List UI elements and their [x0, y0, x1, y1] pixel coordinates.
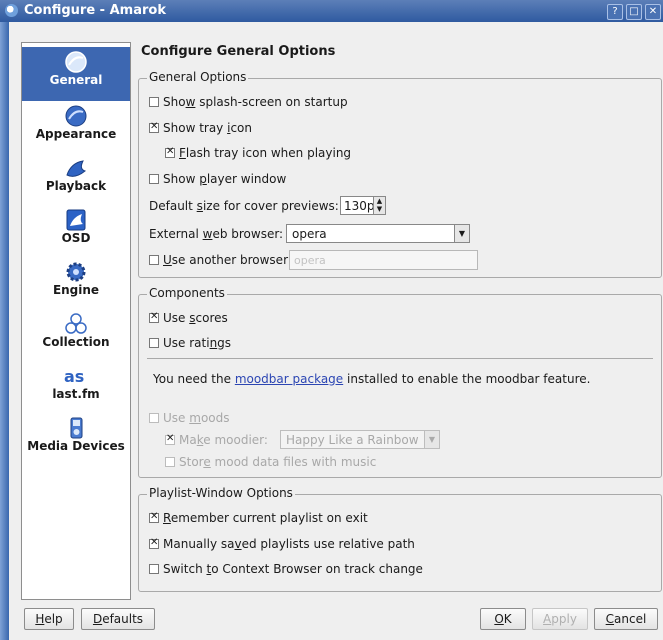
chevron-down-icon[interactable]: ▼: [424, 431, 439, 448]
help-window-button[interactable]: ?: [607, 4, 623, 20]
spinbox-arrows-icon[interactable]: ▲ ▼: [373, 197, 385, 214]
checkbox-box[interactable]: [149, 511, 159, 523]
checkbox-box[interactable]: [149, 338, 159, 348]
another-browser-input[interactable]: opera: [289, 250, 478, 270]
group-legend: Components: [147, 286, 227, 300]
input-placeholder: opera: [294, 254, 326, 267]
cancel-button[interactable]: Cancel: [594, 608, 658, 630]
general-icon: [65, 51, 87, 73]
engine-icon: [66, 262, 86, 282]
checkbox-box[interactable]: [149, 255, 159, 265]
sidebar-item-lastfm[interactable]: as last.fm: [22, 361, 130, 413]
checkbox-box[interactable]: [149, 537, 159, 549]
moodbar-notice: You need the moodbar package installed t…: [153, 372, 591, 386]
checkbox-box[interactable]: [149, 121, 159, 133]
page-title: Configure General Options: [141, 44, 336, 59]
sidebar-item-label: Collection: [42, 335, 110, 349]
checkbox-box[interactable]: [165, 433, 175, 445]
checkbox-box[interactable]: [149, 564, 159, 574]
maximize-button[interactable]: □: [626, 4, 642, 20]
web-browser-label: External web browser:: [149, 227, 284, 241]
sidebar-item-osd[interactable]: OSD: [22, 205, 130, 257]
group-legend: General Options: [147, 70, 249, 84]
defaults-button[interactable]: Defaults: [81, 608, 155, 630]
sidebar-item-label: General: [49, 73, 103, 87]
checkbox-box[interactable]: [149, 311, 159, 323]
lastfm-icon: as: [64, 367, 84, 386]
collection-icon: [65, 313, 87, 334]
cover-size-spinbox[interactable]: 130px ▲ ▼: [340, 196, 386, 215]
checkbox-box[interactable]: [165, 457, 175, 467]
moodier-combobox[interactable]: Happy Like a Rainbow ▼: [280, 430, 440, 449]
cover-size-label: Default size for cover previews:: [149, 199, 339, 213]
title-bar[interactable]: Configure - Amarok ? □ ✕: [0, 0, 663, 22]
close-button[interactable]: ✕: [645, 4, 661, 20]
combobox-value: Happy Like a Rainbow: [286, 433, 419, 447]
sidebar-item-label: Engine: [52, 283, 100, 297]
checkbox-box[interactable]: [149, 174, 159, 184]
osd-icon: [66, 209, 86, 231]
configure-window: Configure - Amarok ? □ ✕ General Appeara…: [0, 0, 663, 640]
checkbox-box[interactable]: [165, 146, 175, 158]
combobox-value: opera: [292, 227, 327, 241]
store-mood-checkbox[interactable]: Store mood data files with music: [165, 455, 376, 469]
sidebar-item-collection[interactable]: Collection: [22, 309, 130, 361]
show-tray-icon-checkbox[interactable]: Show tray icon: [149, 121, 252, 135]
svg-text:as: as: [64, 367, 84, 386]
show-splash-checkbox[interactable]: Show splash-screen on startup: [149, 95, 348, 109]
page-selector-sidebar: General Appearance Playback OSD Engine C…: [21, 42, 131, 600]
relative-path-checkbox[interactable]: Manually saved playlists use relative pa…: [149, 537, 415, 551]
checkbox-box[interactable]: [149, 97, 159, 107]
show-player-window-checkbox[interactable]: Show player window: [149, 172, 286, 186]
general-options-group: General Options Show splash-screen on st…: [138, 70, 662, 278]
moodbar-package-link[interactable]: moodbar package: [235, 372, 343, 386]
sidebar-item-general[interactable]: General: [22, 47, 130, 101]
appearance-icon: [65, 105, 87, 127]
window-left-edge: [0, 22, 9, 640]
sidebar-item-appearance[interactable]: Appearance: [22, 101, 130, 153]
amarok-icon: [5, 4, 18, 17]
remember-playlist-checkbox[interactable]: Remember current playlist on exit: [149, 511, 368, 525]
checkbox-box[interactable]: [149, 413, 159, 423]
ok-button[interactable]: OK: [480, 608, 526, 630]
playlist-window-group: Playlist-Window Options Remember current…: [138, 486, 662, 592]
sidebar-item-label: last.fm: [52, 387, 100, 401]
sidebar-item-label: Media Devices: [27, 439, 125, 453]
sidebar-item-label: Appearance: [35, 127, 117, 141]
window-title: Configure - Amarok: [24, 3, 166, 18]
playback-icon: [66, 160, 87, 177]
help-button[interactable]: Help: [24, 608, 74, 630]
sidebar-item-label: OSD: [61, 231, 91, 245]
use-ratings-checkbox[interactable]: Use ratings: [149, 336, 231, 350]
flash-tray-icon-checkbox[interactable]: Flash tray icon when playing: [165, 146, 351, 160]
apply-button[interactable]: Apply: [532, 608, 588, 630]
sidebar-item-label: Playback: [45, 179, 107, 193]
web-browser-combobox[interactable]: opera ▼: [286, 224, 470, 243]
components-group: Components Use scores Use ratings You ne…: [138, 286, 662, 478]
media-devices-icon: [70, 417, 83, 439]
make-moodier-checkbox[interactable]: Make moodier:: [165, 433, 268, 447]
use-another-browser-checkbox[interactable]: Use another browser:: [149, 253, 292, 267]
chevron-down-icon[interactable]: ▼: [454, 225, 469, 242]
divider: [147, 358, 653, 359]
use-scores-checkbox[interactable]: Use scores: [149, 311, 228, 325]
sidebar-item-media-devices[interactable]: Media Devices: [22, 413, 130, 465]
sidebar-item-playback[interactable]: Playback: [22, 153, 130, 205]
use-moods-checkbox[interactable]: Use moods: [149, 411, 230, 425]
sidebar-item-engine[interactable]: Engine: [22, 257, 130, 309]
context-browser-checkbox[interactable]: Switch to Context Browser on track chang…: [149, 562, 423, 576]
group-legend: Playlist-Window Options: [147, 486, 295, 500]
